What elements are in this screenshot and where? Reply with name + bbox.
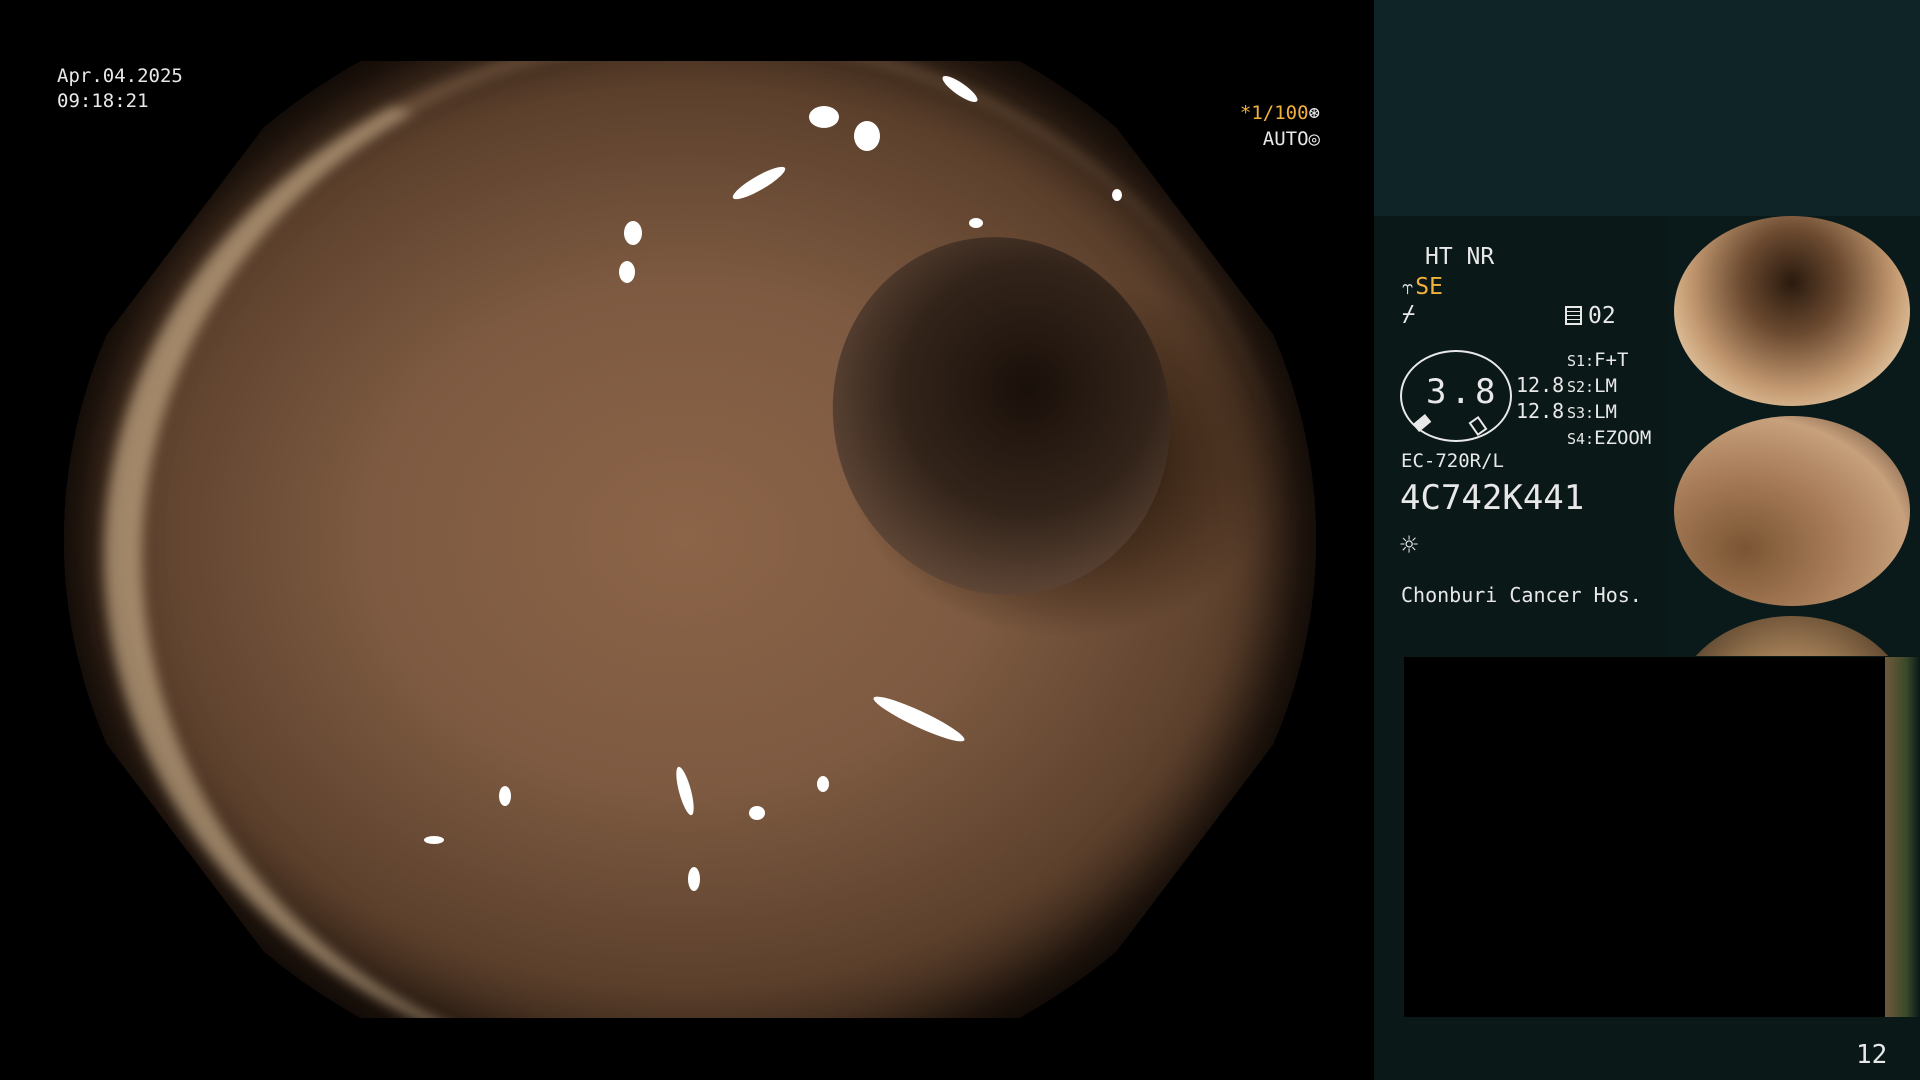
shutter-mode-text: AUTO (1262, 128, 1309, 150)
se-label: SE (1415, 274, 1443, 300)
specular-highlight (969, 218, 983, 228)
endoscope-live-view (64, 61, 1316, 1018)
datetime-readout: Apr.04.2025 09:18:21 (57, 64, 183, 114)
switch-mode-item: S3:LM (1567, 401, 1617, 423)
zoom-value: 3.8 (1426, 372, 1500, 412)
date-text: Apr.04.2025 (57, 65, 183, 87)
memory-icon (1565, 306, 1582, 325)
info-panel-header (1374, 0, 1920, 216)
capture-thumbnail[interactable] (1674, 416, 1910, 606)
parameter-value: 12.8 (1516, 373, 1565, 397)
lamp-icon: ☼ (1400, 528, 1419, 563)
scope-model: EC-720R/L (1401, 450, 1504, 472)
freeze-icon: ⌿ (1402, 302, 1416, 327)
capture-thumbnail[interactable] (1674, 216, 1910, 406)
function-icon: ⥾ (1402, 275, 1414, 299)
specular-highlight (1112, 189, 1122, 201)
specular-highlight (624, 221, 642, 245)
auto-iris-icon: ◎ (1308, 128, 1320, 150)
memory-readout: 02 (1565, 303, 1616, 329)
parameter-values: 12.8 12.8 (1516, 372, 1564, 424)
time-text: 09:18:21 (57, 90, 149, 112)
switch-mode-item: S2:LM (1567, 375, 1617, 397)
memory-number: 02 (1588, 303, 1616, 329)
specular-highlight (854, 121, 880, 151)
shutter-readout: *1/100⊛ AUTO◎ (1240, 100, 1320, 152)
capture-thumbnail[interactable] (1885, 657, 1920, 1017)
parameter-value: 12.8 (1516, 399, 1565, 423)
hospital-name: Chonburi Cancer Hos. (1401, 583, 1642, 607)
thumbnail-strip (1668, 216, 1920, 656)
specular-highlight (817, 776, 829, 792)
specular-highlight (619, 261, 635, 283)
se-indicator: ⥾SE (1402, 274, 1443, 300)
ht-nr-label: HT NR (1425, 244, 1495, 270)
shutter-icon: ⊛ (1308, 102, 1320, 124)
switch-mode-item: S1:F+T (1567, 349, 1629, 371)
switch-mode-list: S1:F+T S2:LM S3:LM S4:EZOOM (1567, 348, 1651, 452)
specular-highlight (424, 836, 444, 844)
specular-highlight (688, 867, 700, 891)
scope-serial: 4C742K441 (1400, 478, 1585, 518)
page-number: 12 (1856, 1040, 1888, 1070)
specular-highlight (749, 806, 765, 820)
secondary-view-blank (1404, 657, 1885, 1017)
capture-thumbnail[interactable] (1674, 616, 1910, 656)
switch-mode-item: S4:EZOOM (1567, 427, 1652, 449)
shutter-speed-text: *1/100 (1239, 102, 1309, 124)
specular-highlight (809, 106, 839, 128)
specular-highlight (499, 786, 511, 806)
